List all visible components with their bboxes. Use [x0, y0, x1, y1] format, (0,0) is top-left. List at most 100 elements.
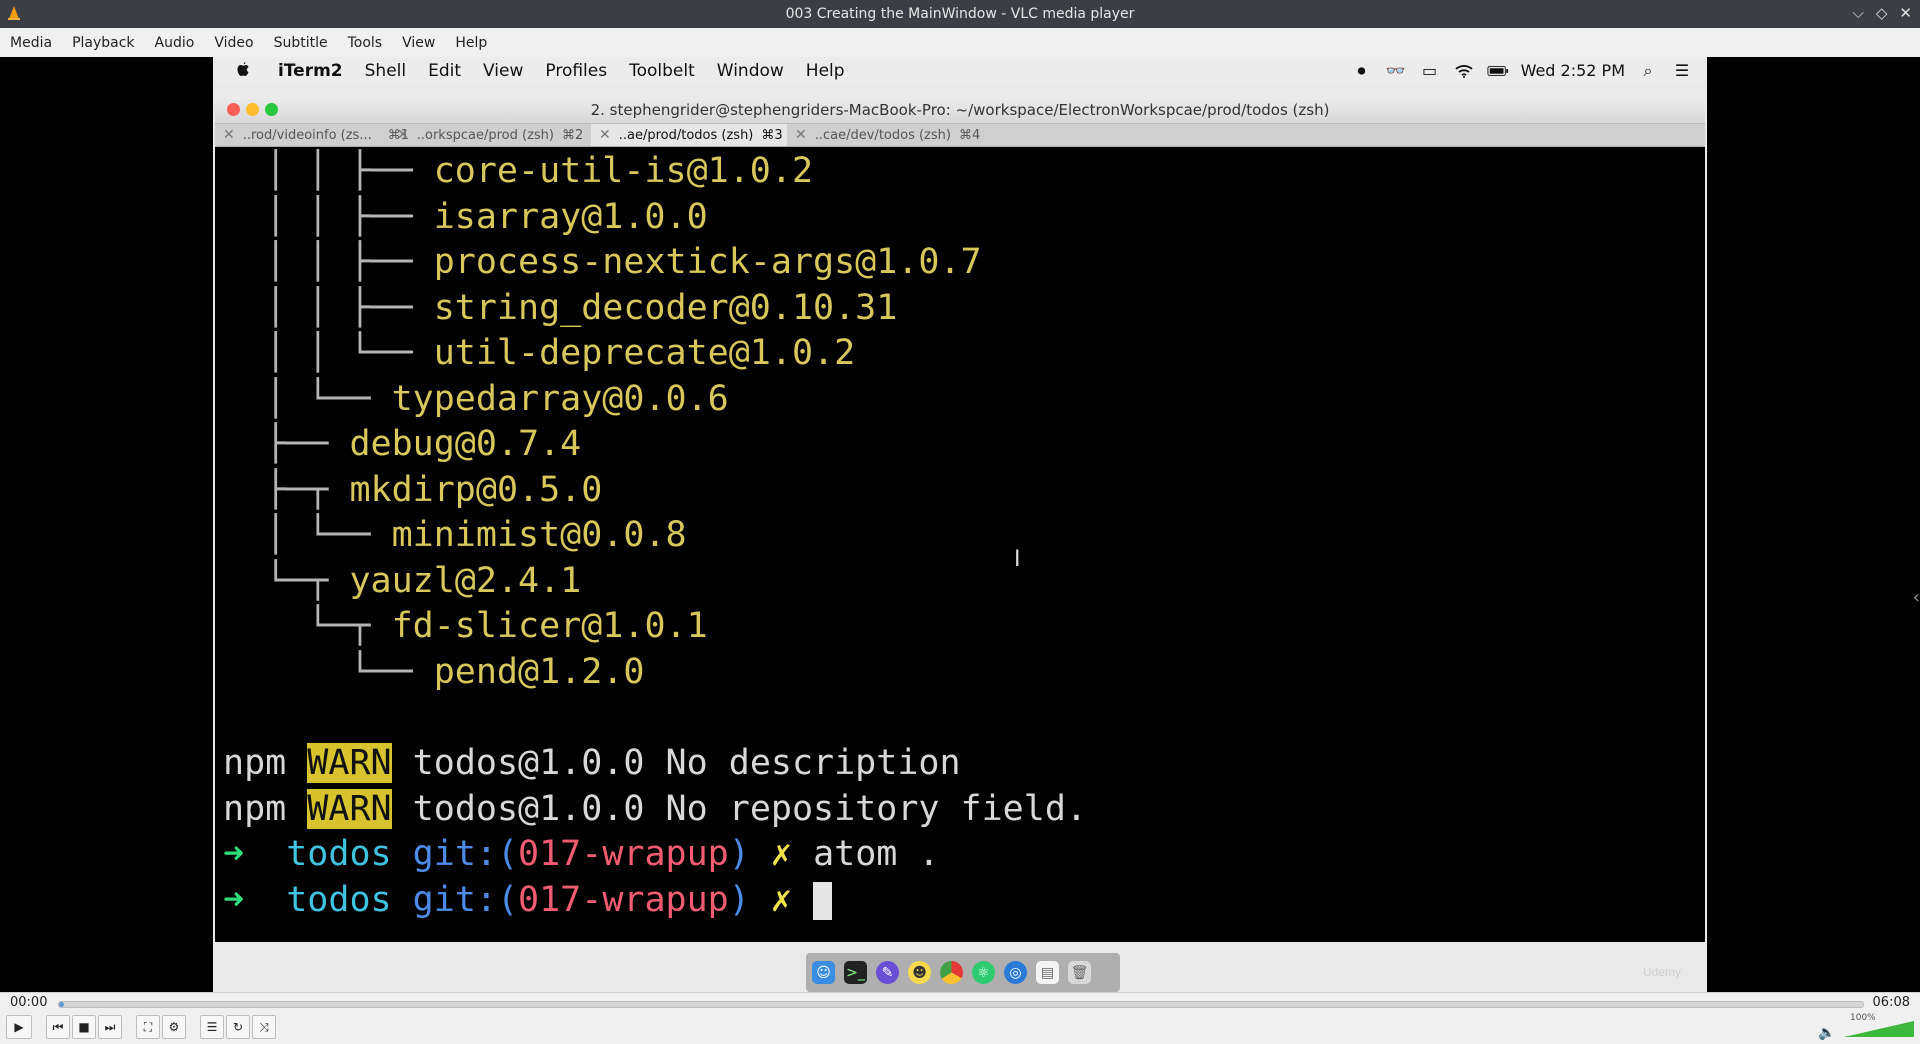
minimize-icon[interactable]: ⌵ [1853, 4, 1864, 22]
restore-icon[interactable]: ◇ [1876, 4, 1888, 22]
menu-media[interactable]: Media [0, 35, 62, 51]
menu-help[interactable]: Help [445, 35, 497, 51]
shell-prompt-line[interactable]: ➜ todos git:(017-wrapup) ✗ [223, 878, 833, 922]
menu-tools[interactable]: Tools [338, 35, 393, 51]
tab-label: ..cae/dev/todos (zsh) [814, 127, 951, 143]
tab-shortcut: ⌘2 [561, 127, 584, 143]
glasses-icon[interactable]: 👓 [1385, 61, 1407, 80]
stop-button[interactable]: ■ [72, 1015, 96, 1039]
udemy-watermark: Udemy [1643, 965, 1682, 979]
browser-icon[interactable]: ◎ [1004, 961, 1027, 984]
tree-line: │ │ ├── process-nextick-args@1.0.7 [223, 242, 982, 282]
tree-line: │ │ └── util-deprecate@1.0.2 [223, 333, 856, 373]
seek-bar-fill [59, 1002, 65, 1007]
tab-1[interactable]: ✕ ..rod/videoinfo (zs... ⌘1 [215, 124, 409, 146]
volume-slider[interactable] [1844, 1021, 1914, 1037]
mac-menu-window[interactable]: Window [706, 61, 795, 81]
mac-menubar: iTerm2 Shell Edit View Profiles Toolbelt… [213, 57, 1707, 84]
fullscreen-button[interactable]: ⛶ [136, 1015, 160, 1039]
battery-icon[interactable] [1487, 62, 1509, 80]
video-area[interactable]: iTerm2 Shell Edit View Profiles Toolbelt… [0, 57, 1920, 992]
tab-shortcut: ⌘3 [761, 127, 783, 143]
mac-dock: ☺ >_ ✎ ☻ ⚛ ◎ ▤ 🗑 [806, 953, 1120, 992]
shell-prompt-line: ➜ todos git:(017-wrapup) ✗ atom . [223, 834, 940, 874]
mac-menu-toolbelt[interactable]: Toolbelt [618, 61, 706, 81]
menu-video[interactable]: Video [204, 35, 263, 51]
mac-menu-help[interactable]: Help [795, 61, 856, 81]
smiley-app-icon[interactable]: ☻ [908, 961, 931, 984]
volume-level-fill [1844, 1021, 1914, 1037]
mac-menu-app[interactable]: iTerm2 [267, 61, 354, 81]
terminal-app-icon[interactable]: >_ [844, 961, 867, 984]
tab-close-icon[interactable]: ✕ [795, 127, 807, 143]
i-beam-cursor-icon: I [1014, 547, 1021, 572]
trash-icon[interactable]: 🗑 [1068, 961, 1091, 984]
documents-icon[interactable]: ▤ [1036, 961, 1059, 984]
previous-button[interactable]: ⏮ [46, 1015, 70, 1039]
elapsed-time: 00:00 [10, 995, 48, 1010]
playlist-button[interactable]: ☰ [200, 1015, 224, 1039]
notification-list-icon[interactable]: ☰ [1671, 61, 1693, 80]
next-button[interactable]: ⏭ [98, 1015, 122, 1039]
shuffle-button[interactable]: ⤨ [252, 1015, 276, 1039]
tree-line: │ └── typedarray@0.0.6 [223, 379, 729, 419]
tree-line: └─┬ fd-slicer@1.0.1 [223, 606, 708, 646]
atom-icon[interactable]: ⚛ [972, 961, 995, 984]
mac-menu-view[interactable]: View [472, 61, 534, 81]
finder-icon[interactable]: ☺ [812, 961, 835, 984]
menu-audio[interactable]: Audio [145, 35, 205, 51]
vlc-titlebar: 003 Creating the MainWindow - VLC media … [0, 0, 1920, 28]
feather-app-icon[interactable]: ✎ [876, 961, 899, 984]
tab-label: ..ae/prod/todos (zsh) [618, 127, 754, 143]
speaker-icon[interactable]: 🔈 [1818, 1025, 1835, 1041]
iterm-titlebar: 2. stephengrider@stephengriders-MacBook-… [215, 97, 1705, 124]
npm-warn-line: npm WARN todos@1.0.0 No repository field… [223, 789, 1087, 829]
tree-line: ├─┬ mkdirp@0.5.0 [223, 470, 603, 510]
airplay-icon[interactable]: ▭ [1419, 61, 1441, 80]
vlc-menubar: Media Playback Audio Video Subtitle Tool… [0, 28, 1920, 58]
menu-view[interactable]: View [392, 35, 445, 51]
mac-status-area: ⏺ 👓 ▭ Wed 2:52 PM ⌕ ☰ [1351, 57, 1693, 84]
menu-playback[interactable]: Playback [62, 35, 144, 51]
tab-shortcut: ⌘4 [958, 127, 981, 143]
tree-line: │ │ ├── string_decoder@0.10.31 [223, 288, 898, 328]
npm-warn-line: npm WARN todos@1.0.0 No description [223, 743, 961, 783]
tree-line: │ │ ├── core-util-is@1.0.2 [223, 151, 814, 191]
terminal-output[interactable]: │ │ ├── core-util-is@1.0.2 │ │ ├── isarr… [215, 147, 1705, 942]
extended-settings-button[interactable]: ⚙ [162, 1015, 186, 1039]
side-chevron-icon: ‹ [1912, 587, 1920, 608]
apple-icon [237, 62, 249, 76]
mac-menu-shell[interactable]: Shell [354, 61, 417, 81]
vlc-controls: 00:00 06:08 ▶ ⏮ ■ ⏭ ⛶ ⚙ ☰ ↻ ⤨ 🔈 100% [0, 992, 1920, 1044]
tree-line: ├── debug@0.7.4 [223, 424, 582, 464]
tree-line: │ └── minimist@0.0.8 [223, 515, 687, 555]
mac-menu-edit[interactable]: Edit [417, 61, 472, 81]
terminal-cursor [813, 882, 833, 920]
iterm-window-title: 2. stephengrider@stephengriders-MacBook-… [590, 101, 1330, 119]
mac-desktop-frame: iTerm2 Shell Edit View Profiles Toolbelt… [213, 57, 1707, 992]
tree-line: └─┬ yauzl@2.4.1 [223, 561, 582, 601]
play-button[interactable]: ▶ [6, 1015, 32, 1039]
window-title: 003 Creating the MainWindow - VLC media … [785, 6, 1135, 22]
iterm-tab-bar: ✕ ..rod/videoinfo (zs... ⌘1 ✕ ..orkspcae… [215, 124, 1705, 147]
spotlight-search-icon[interactable]: ⌕ [1637, 61, 1659, 80]
tab-4[interactable]: ✕ ..cae/dev/todos (zsh) ⌘4 [787, 124, 983, 146]
chrome-icon[interactable] [940, 961, 963, 984]
tab-label: ..rod/videoinfo (zs... [242, 127, 372, 143]
tab-2[interactable]: ✕ ..orkspcae/prod (zsh) ⌘2 [389, 124, 591, 146]
tab-close-icon[interactable]: ✕ [397, 127, 409, 143]
loop-button[interactable]: ↻ [226, 1015, 250, 1039]
tab-close-icon[interactable]: ✕ [599, 127, 611, 143]
close-icon[interactable]: ✕ [1899, 4, 1912, 22]
record-icon[interactable]: ⏺ [1351, 61, 1373, 80]
tab-close-icon[interactable]: ✕ [223, 127, 235, 143]
tab-label: ..orkspcae/prod (zsh) [416, 127, 554, 143]
tab-3[interactable]: ✕ ..ae/prod/todos (zsh) ⌘3 [591, 124, 787, 146]
menu-subtitle[interactable]: Subtitle [264, 35, 338, 51]
tree-line: │ │ ├── isarray@1.0.0 [223, 197, 708, 237]
seek-bar[interactable] [58, 1001, 1864, 1008]
total-time: 06:08 [1872, 995, 1910, 1010]
wifi-icon[interactable] [1453, 62, 1475, 80]
mac-clock[interactable]: Wed 2:52 PM [1521, 61, 1625, 80]
mac-menu-profiles[interactable]: Profiles [534, 61, 618, 81]
